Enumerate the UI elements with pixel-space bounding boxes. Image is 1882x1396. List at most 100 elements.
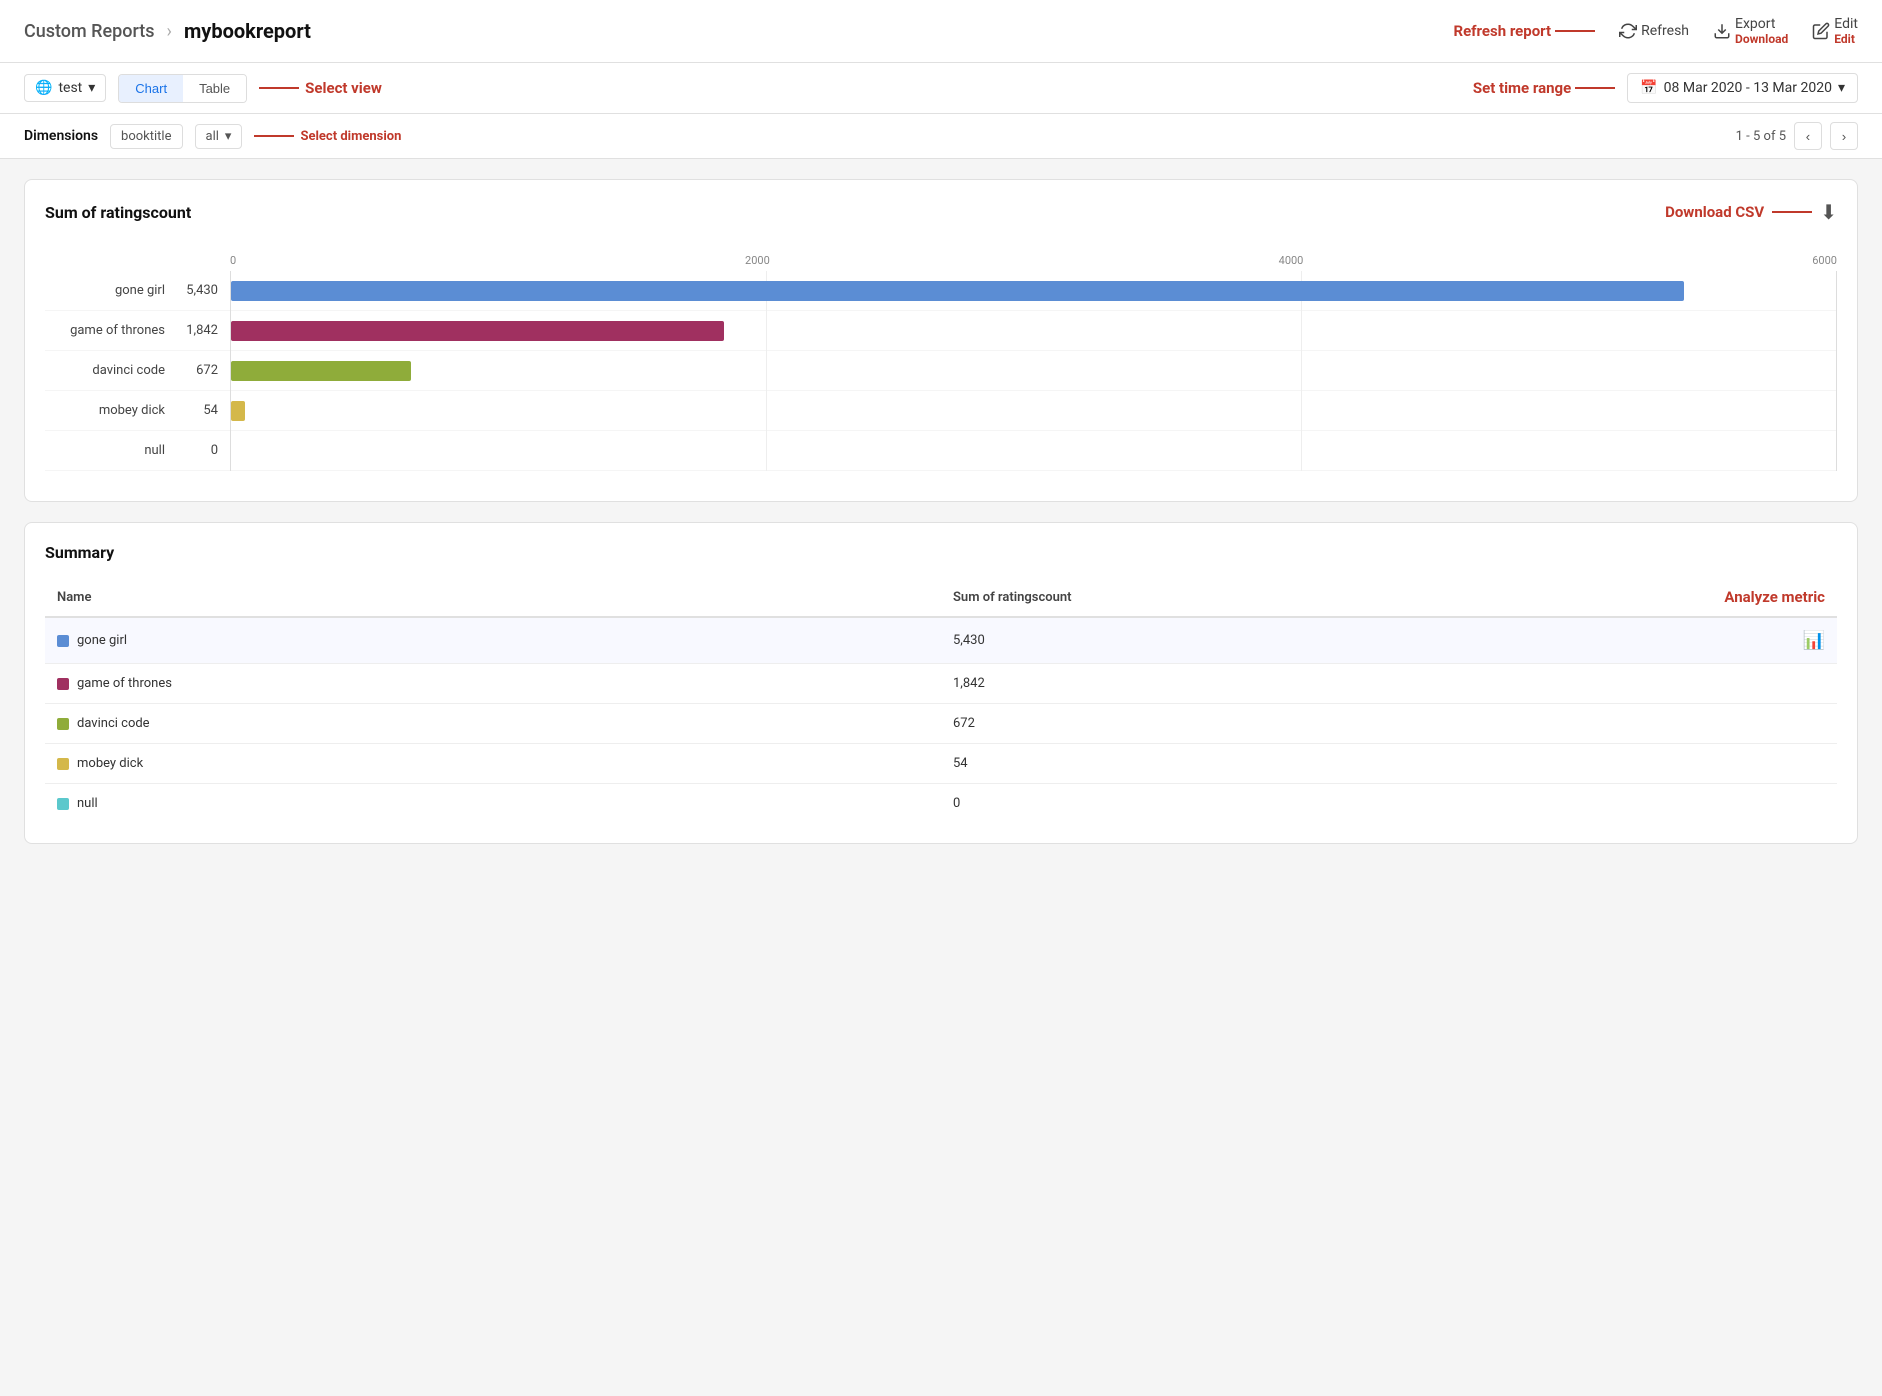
row-name: davinci code — [77, 716, 150, 731]
bar-row: gone girl5,430 — [45, 271, 1837, 311]
chart-tab[interactable]: Chart — [119, 75, 183, 102]
chart-header: Sum of ratingscount Download CSV ⬇ — [45, 200, 1837, 224]
bar-value: 0 — [175, 443, 230, 458]
edit-button[interactable]: Edit Edit — [1812, 16, 1858, 46]
env-chevron-icon: ▾ — [88, 80, 95, 96]
bar-value: 5,430 — [175, 283, 230, 298]
bars-container: gone girl5,430game of thrones1,842davinc… — [45, 271, 1837, 471]
next-page-button[interactable]: › — [1830, 122, 1858, 150]
download-csv-icon[interactable]: ⬇ — [1820, 200, 1837, 224]
x-label-2000: 2000 — [745, 254, 770, 267]
globe-icon: 🌐 — [35, 80, 52, 96]
color-dot — [57, 718, 69, 730]
row-name: mobey dick — [77, 756, 143, 771]
bar-label: mobey dick — [45, 403, 175, 418]
download-csv-area: Download CSV ⬇ — [1665, 200, 1837, 224]
bar-chart: 0 2000 4000 6000 gone girl5,430game of t… — [45, 244, 1837, 481]
set-time-range-label: Set time range — [1473, 79, 1571, 97]
bar-label: game of thrones — [45, 323, 175, 338]
analyze-icon[interactable]: 📊 — [1803, 630, 1825, 651]
dimensions-bar: Dimensions booktitle all ▾ Select dimens… — [0, 114, 1882, 159]
row-name: null — [77, 796, 98, 811]
table-tab[interactable]: Table — [183, 75, 246, 102]
filter-value: all — [206, 129, 219, 144]
table-row: null 0 — [45, 784, 1837, 824]
export-label: Export — [1735, 16, 1775, 32]
table-row: davinci code672 — [45, 704, 1837, 744]
table-row: game of thrones 1,842 — [45, 664, 1837, 704]
bar-container — [230, 431, 1837, 471]
summary-table: Name Sum of ratingscount Analyze metric … — [45, 578, 1837, 823]
metric-cell: 5,430 — [941, 617, 1479, 664]
bar — [231, 401, 245, 421]
row-name: game of thrones — [77, 676, 172, 691]
bar-label: davinci code — [45, 363, 175, 378]
annotation-line-2 — [1575, 87, 1615, 89]
export-button[interactable]: Export Download — [1713, 16, 1788, 46]
page-header: Custom Reports › mybookreport Refresh re… — [0, 0, 1882, 63]
bar-row: game of thrones1,842 — [45, 311, 1837, 351]
dimensions-right: 1 - 5 of 5 ‹ › — [1736, 122, 1858, 150]
bar-container — [230, 271, 1837, 311]
x-label-4000: 4000 — [1279, 254, 1304, 267]
bar-label: null — [45, 443, 175, 458]
x-axis-top: 0 2000 4000 6000 — [230, 254, 1837, 267]
breadcrumb-parent[interactable]: Custom Reports — [24, 21, 155, 42]
refresh-report-annotation: Refresh report — [1453, 22, 1595, 40]
date-range-selector[interactable]: 📅 08 Mar 2020 - 13 Mar 2020 ▾ — [1627, 73, 1858, 103]
bar-value: 54 — [175, 403, 230, 418]
summary-table-body: gone girl5,430📊game of thrones1,842davin… — [45, 617, 1837, 823]
metric-cell: 1,842 — [941, 664, 1479, 704]
analyze-cell: 📊 — [1479, 617, 1837, 664]
bar-row: mobey dick54 — [45, 391, 1837, 431]
bar-value: 672 — [175, 363, 230, 378]
calendar-icon: 📅 — [1640, 80, 1657, 96]
view-tabs: Chart Table — [118, 74, 247, 103]
col-analyze-header: Analyze metric — [1479, 578, 1837, 617]
color-dot — [57, 758, 69, 770]
filter-chip[interactable]: all ▾ — [195, 124, 243, 149]
env-label: test — [58, 80, 82, 96]
header-actions: Refresh report Refresh Export Download E… — [1453, 16, 1858, 46]
chart-card: Sum of ratingscount Download CSV ⬇ 0 200… — [24, 179, 1858, 502]
annotation-line-1 — [259, 87, 299, 89]
bar — [231, 321, 724, 341]
dimension-name: booktitle — [121, 129, 171, 144]
dimensions-left: Dimensions booktitle all ▾ Select dimens… — [24, 124, 401, 149]
breadcrumb: Custom Reports › mybookreport — [24, 19, 311, 43]
metric-cell: 0 — [941, 784, 1479, 824]
edit-annotation: Edit — [1834, 32, 1855, 46]
select-view-annotation: Select view — [259, 79, 382, 97]
filter-chevron-icon: ▾ — [225, 129, 232, 144]
col-metric-header: Sum of ratingscount — [941, 578, 1479, 617]
breadcrumb-current: mybookreport — [184, 19, 311, 43]
col-name-header: Name — [45, 578, 941, 617]
refresh-report-label: Refresh report — [1453, 22, 1551, 40]
name-cell: mobey dick — [45, 744, 941, 784]
x-label-6000: 6000 — [1812, 254, 1837, 267]
bar-row: davinci code672 — [45, 351, 1837, 391]
breadcrumb-separator: › — [167, 21, 172, 42]
row-name: gone girl — [77, 633, 127, 648]
color-dot — [57, 678, 69, 690]
name-cell: null — [45, 784, 941, 824]
refresh-label: Refresh — [1641, 23, 1689, 39]
select-view-label: Select view — [305, 79, 382, 97]
analyze-cell — [1479, 744, 1837, 784]
annotation-line-4 — [1772, 211, 1812, 213]
color-dot — [57, 635, 69, 647]
refresh-button[interactable]: Refresh — [1619, 22, 1689, 40]
bar — [231, 281, 1684, 301]
dimension-chip[interactable]: booktitle — [110, 124, 182, 149]
bar — [231, 361, 411, 381]
date-range: 08 Mar 2020 - 13 Mar 2020 — [1664, 80, 1832, 96]
annotation-line-3 — [254, 135, 294, 137]
bar-container — [230, 351, 1837, 391]
analyze-cell — [1479, 704, 1837, 744]
analyze-cell — [1479, 784, 1837, 824]
bar-container — [230, 391, 1837, 431]
environment-selector[interactable]: 🌐 test ▾ — [24, 74, 106, 102]
bar-value: 1,842 — [175, 323, 230, 338]
prev-page-button[interactable]: ‹ — [1794, 122, 1822, 150]
pagination-info: 1 - 5 of 5 — [1736, 129, 1786, 144]
